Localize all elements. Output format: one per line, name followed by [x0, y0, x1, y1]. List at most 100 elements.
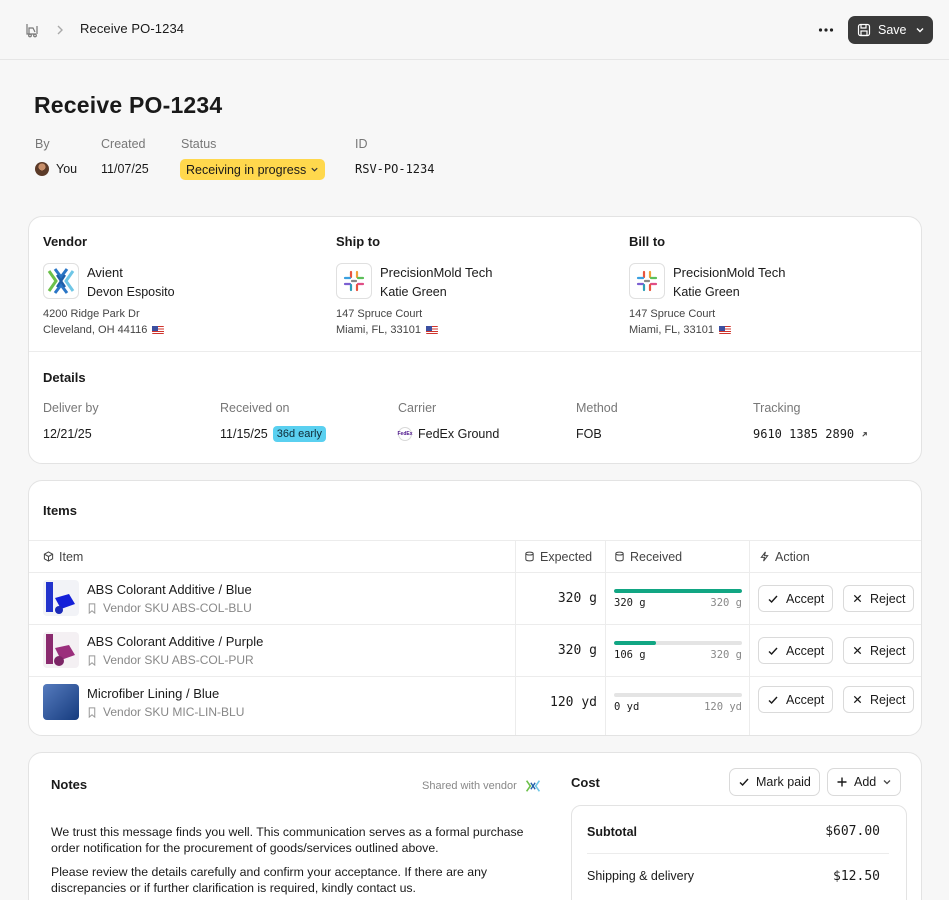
- received-total: 120 yd: [704, 701, 742, 713]
- box-icon: [43, 551, 54, 562]
- received-on-value: 11/15/25 36d early: [220, 426, 326, 442]
- created-value: 11/07/25: [101, 162, 149, 176]
- accept-label: Accept: [786, 591, 825, 606]
- accept-button[interactable]: Accept: [758, 585, 834, 612]
- column-received[interactable]: Received: [614, 541, 682, 572]
- plus-icon: [837, 777, 847, 787]
- vendor-block: Avient Devon Esposito 4200 Ridge Park Dr…: [43, 263, 323, 343]
- item-thumbnail: [43, 632, 79, 668]
- expected-qty: 320 g: [557, 643, 597, 658]
- column-received-label: Received: [630, 549, 683, 564]
- accept-button[interactable]: Accept: [758, 686, 834, 713]
- item-sku: Vendor SKU ABS-COL-PUR: [87, 653, 254, 667]
- table-row[interactable]: Microfiber Lining / Blue Vendor SKU MIC-…: [29, 677, 921, 729]
- shared-label: Shared with vendor: [422, 780, 517, 792]
- received-on-date: 11/15/25: [220, 427, 268, 441]
- reject-button[interactable]: Reject: [843, 637, 915, 664]
- ship-to-address-line2: Miami, FL, 33101: [336, 324, 438, 336]
- check-icon: [768, 647, 778, 655]
- us-flag-icon: [718, 326, 731, 334]
- bill-to-city: Miami, FL, 33101: [629, 324, 714, 336]
- items-card: Items Item Expected Received Action ABS …: [28, 480, 922, 736]
- received-total: 320 g: [710, 649, 742, 661]
- column-item[interactable]: Item: [43, 541, 83, 572]
- item-name: Microfiber Lining / Blue: [87, 686, 220, 701]
- avient-logo-icon: [525, 780, 540, 792]
- add-label: Add: [854, 775, 877, 789]
- details-heading: Details: [43, 370, 86, 385]
- status-badge[interactable]: Receiving in progress: [180, 159, 326, 180]
- bookmark-icon: [88, 706, 96, 718]
- ship-to-contact: Katie Green: [380, 285, 447, 299]
- database-icon: [525, 551, 534, 562]
- progress-fill: [614, 641, 657, 645]
- received-qty: 0 yd: [614, 701, 640, 713]
- fedex-logo-icon: FedEx: [398, 427, 413, 441]
- mark-paid-button[interactable]: Mark paid: [729, 768, 820, 796]
- column-action-label: Action: [775, 549, 810, 564]
- carrier-value: FedEx FedEx Ground: [398, 427, 499, 441]
- expected-qty: 320 g: [557, 591, 597, 606]
- shared-with-vendor: Shared with vendor: [422, 778, 541, 794]
- received-qty: 320 g: [614, 597, 646, 609]
- method-value: FOB: [576, 427, 602, 441]
- tracking-link[interactable]: 9610 1385 2890: [753, 427, 869, 441]
- table-row[interactable]: ABS Colorant Additive / Blue Vendor SKU …: [29, 573, 921, 625]
- bookmark-icon: [88, 602, 96, 614]
- by-name: You: [56, 162, 78, 176]
- notes-paragraph[interactable]: Please review the details carefully and …: [51, 864, 551, 896]
- chevron-right-icon: [54, 22, 66, 38]
- id-label: ID: [355, 137, 368, 151]
- mark-paid-label: Mark paid: [756, 775, 811, 789]
- avient-logo-icon: [43, 263, 79, 299]
- divider: [587, 853, 889, 854]
- status-text: Receiving in progress: [186, 162, 307, 177]
- subtotal-value: $607.00: [825, 824, 880, 839]
- items-table-header: Item Expected Received Action: [29, 540, 921, 573]
- add-button[interactable]: Add: [827, 768, 902, 796]
- close-icon: [853, 594, 862, 603]
- progress-fill: [614, 589, 742, 593]
- column-action[interactable]: Action: [759, 541, 810, 572]
- cost-summary: Subtotal $607.00 Shipping & delivery $12…: [571, 805, 907, 900]
- more-options-icon[interactable]: [814, 18, 838, 42]
- bill-to-name: PrecisionMold Tech: [673, 265, 786, 280]
- bill-to-address-line2: Miami, FL, 33101: [629, 324, 731, 336]
- created-label: Created: [101, 137, 146, 151]
- accept-button[interactable]: Accept: [758, 637, 834, 664]
- notes-paragraph[interactable]: We trust this message finds you well. Th…: [51, 824, 551, 856]
- cost-heading: Cost: [571, 775, 600, 790]
- column-item-label: Item: [59, 549, 84, 564]
- vendor-address-line1: 4200 Ridge Park Dr: [43, 308, 140, 320]
- column-expected[interactable]: Expected: [524, 541, 592, 572]
- received-progress-bar: [614, 589, 742, 593]
- deliver-by-value: 12/21/25: [43, 427, 92, 441]
- by-value: You: [35, 162, 77, 176]
- by-label: By: [35, 137, 50, 151]
- reject-button[interactable]: Reject: [843, 686, 915, 713]
- notes-cost-card: Notes Shared with vendor We trust this m…: [28, 752, 922, 900]
- tracking-number: 9610 1385 2890: [753, 427, 855, 441]
- chevron-down-icon: [883, 780, 891, 785]
- shipping-value[interactable]: $12.50: [833, 869, 880, 884]
- item-name: ABS Colorant Additive / Blue: [87, 582, 252, 597]
- us-flag-icon: [425, 326, 438, 334]
- reject-button[interactable]: Reject: [843, 585, 915, 612]
- breadcrumb[interactable]: Receive PO-1234: [80, 21, 184, 36]
- table-row[interactable]: ABS Colorant Additive / Purple Vendor SK…: [29, 625, 921, 677]
- lightning-icon: [760, 551, 769, 562]
- vendor-address-line2: Cleveland, OH 44116: [43, 324, 165, 336]
- save-button[interactable]: Save: [848, 16, 933, 44]
- bill-to-address-line1: 147 Spruce Court: [629, 308, 716, 320]
- column-expected-label: Expected: [540, 549, 593, 564]
- subtotal-label: Subtotal: [587, 825, 637, 839]
- forklift-icon[interactable]: [24, 22, 40, 38]
- expected-qty: 120 yd: [550, 695, 597, 710]
- ship-to-name: PrecisionMold Tech: [380, 265, 493, 280]
- ship-to-address-line1: 147 Spruce Court: [336, 308, 423, 320]
- accept-label: Accept: [786, 643, 825, 658]
- external-link-icon: [862, 431, 867, 437]
- tracking-label: Tracking: [753, 401, 801, 415]
- item-name: ABS Colorant Additive / Purple: [87, 634, 264, 649]
- carrier-name: FedEx Ground: [418, 427, 500, 441]
